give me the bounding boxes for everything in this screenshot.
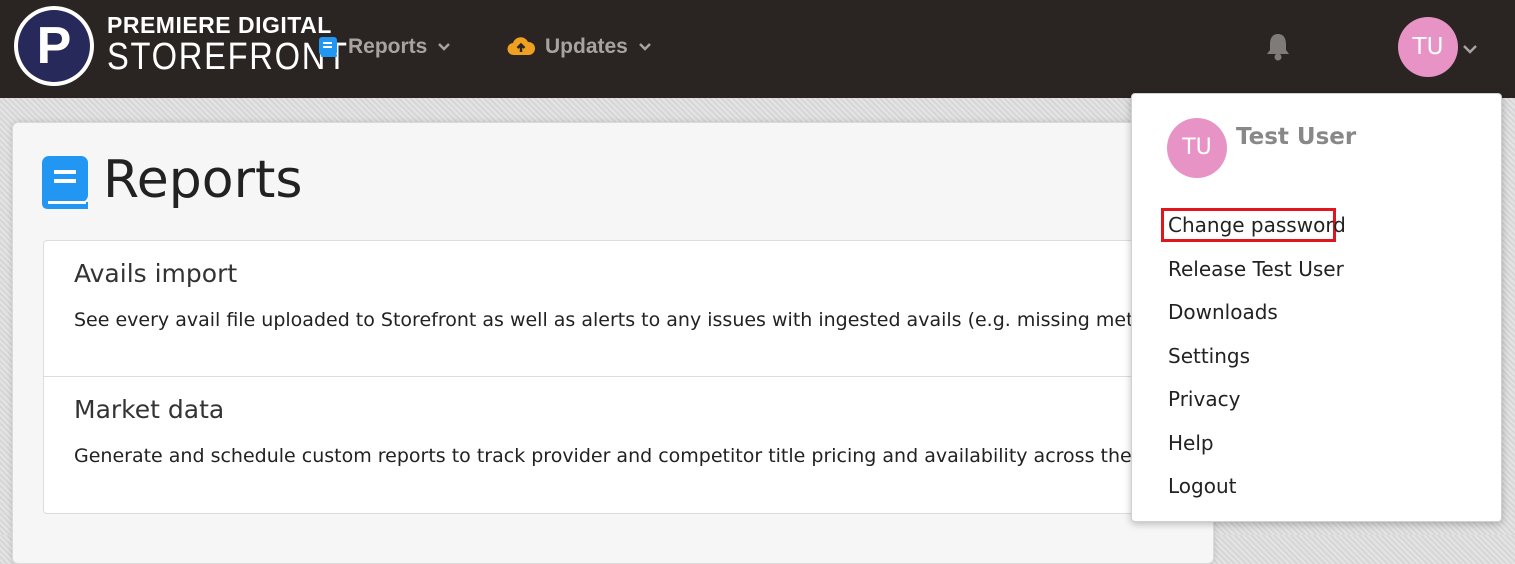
logo[interactable]: P bbox=[14, 6, 94, 86]
page-title: Reports bbox=[103, 150, 303, 210]
book-icon bbox=[42, 156, 90, 214]
nav-updates-label: Updates bbox=[545, 35, 628, 58]
logo-letter: P bbox=[18, 10, 90, 82]
report-description: Generate and schedule custom reports to … bbox=[74, 445, 1168, 467]
menu-item-help[interactable]: Help bbox=[1168, 431, 1214, 455]
report-title: Market data bbox=[74, 395, 225, 424]
nav-reports-menu[interactable]: Reports bbox=[318, 30, 451, 64]
chevron-down-icon[interactable] bbox=[1462, 40, 1478, 59]
menu-item-downloads[interactable]: Downloads bbox=[1168, 300, 1278, 324]
user-menu-dropdown: TU Test User Change password Release Tes… bbox=[1131, 93, 1502, 522]
menu-item-privacy[interactable]: Privacy bbox=[1168, 387, 1240, 411]
menu-item-release-test-user[interactable]: Release Test User bbox=[1168, 257, 1344, 281]
avatar: TU bbox=[1167, 118, 1227, 178]
book-icon bbox=[318, 36, 338, 58]
report-title: Avails import bbox=[74, 259, 238, 288]
cloud-upload-icon bbox=[507, 37, 535, 57]
user-name: Test User bbox=[1236, 124, 1357, 150]
chevron-down-icon bbox=[638, 42, 652, 52]
bell-icon[interactable] bbox=[1264, 32, 1292, 66]
reports-list: Avails import See every avail file uploa… bbox=[43, 240, 1245, 514]
nav-updates-menu[interactable]: Updates bbox=[507, 30, 652, 64]
chevron-down-icon bbox=[437, 42, 451, 52]
top-navbar: P PREMIERE DIGITAL STOREFRONT Reports Up… bbox=[0, 0, 1515, 98]
nav-reports-label: Reports bbox=[348, 35, 428, 58]
brand-name-line2: STOREFRONT bbox=[107, 36, 349, 78]
menu-item-logout[interactable]: Logout bbox=[1168, 474, 1236, 498]
report-description: See every avail file uploaded to Storefr… bbox=[74, 309, 1188, 331]
user-avatar-button[interactable]: TU bbox=[1398, 17, 1458, 77]
menu-item-change-password[interactable]: Change password bbox=[1168, 213, 1346, 237]
menu-item-settings[interactable]: Settings bbox=[1168, 344, 1250, 368]
report-item-avails-import[interactable]: Avails import See every avail file uploa… bbox=[44, 241, 1244, 376]
report-item-market-data[interactable]: Market data Generate and schedule custom… bbox=[44, 376, 1244, 512]
brand-name-line1: PREMIERE DIGITAL bbox=[107, 12, 332, 38]
